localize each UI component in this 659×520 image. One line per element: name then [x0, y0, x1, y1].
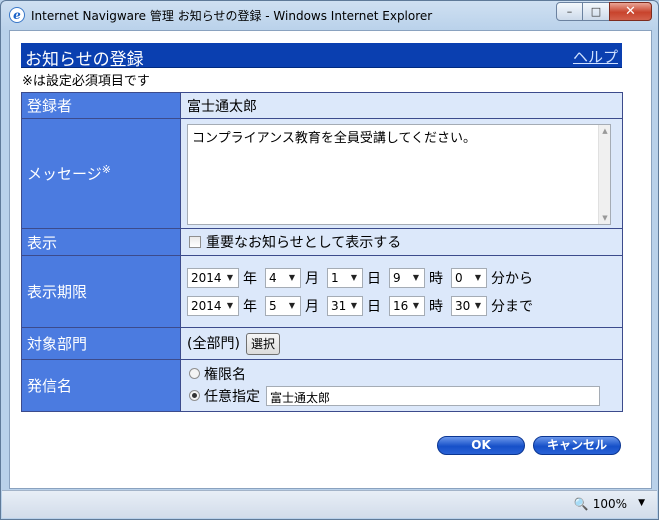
message-textarea[interactable]: コンプライアンス教育を全員受講してください。 ▲ ▼ [187, 123, 611, 225]
sender-label: 発信名 [21, 359, 181, 412]
end-date-row: 2014 ▼ 年 5 ▼ 月 31 ▼ 日 16 ▼ 時 30 ▼ 分まで [187, 292, 622, 320]
important-checkbox[interactable] [189, 236, 201, 248]
sender-cell: 権限名 任意指定 富士通太郎 [180, 359, 623, 412]
department-value: (全部門) [187, 335, 240, 352]
registrant-value: 富士通太郎 [180, 92, 623, 119]
help-link[interactable]: ヘルプ [573, 46, 618, 67]
sender-authority-label[interactable]: 権限名 [204, 364, 246, 384]
sender-custom-row: 任意指定 富士通太郎 [187, 384, 622, 408]
scroll-up-icon[interactable]: ▲ [599, 125, 611, 137]
period-cell: 2014 ▼ 年 4 ▼ 月 1 ▼ 日 9 ▼ 時 0 ▼ 分から 2014 ▼ 年 [180, 255, 623, 328]
day-unit: 日 [367, 298, 381, 315]
display-label: 表示 [21, 228, 181, 256]
row-sender: 発信名 権限名 任意指定 富士通太郎 [21, 359, 623, 412]
browser-window: e Internet Navigware 管理 お知らせの登録 - Window… [0, 0, 659, 520]
start-month-select[interactable]: 4 ▼ [265, 267, 301, 288]
department-select-button[interactable]: 選択 [245, 332, 280, 355]
day-unit: 日 [367, 270, 381, 287]
zoom-control[interactable]: 🔍 100% [574, 497, 627, 511]
minimize-button[interactable]: – [556, 2, 583, 21]
end-minute-select[interactable]: 30 ▼ [451, 295, 487, 316]
chevron-down-icon: ▼ [474, 272, 482, 282]
start-hour-value: 9 [393, 270, 401, 285]
end-suffix: 分まで [491, 298, 533, 315]
row-department: 対象部門 (全部門) 選択 [21, 327, 623, 360]
department-label: 対象部門 [21, 327, 181, 360]
start-minute-select[interactable]: 0 ▼ [451, 267, 487, 288]
page-content: お知らせの登録 ヘルプ ※は設定必須項目です 登録者 富士通太郎 メッセージ※ … [9, 30, 652, 489]
start-year-value: 2014 [191, 270, 222, 285]
end-hour-select[interactable]: 16 ▼ [389, 295, 425, 316]
row-registrant: 登録者 富士通太郎 [21, 92, 623, 119]
sender-authority-radio[interactable] [189, 368, 200, 379]
chevron-down-icon: ▼ [350, 272, 358, 282]
page-title: お知らせの登録 [25, 50, 144, 70]
start-minute-value: 0 [455, 270, 463, 285]
start-month-value: 4 [269, 270, 277, 285]
sender-custom-input[interactable]: 富士通太郎 [266, 385, 600, 406]
end-month-select[interactable]: 5 ▼ [265, 295, 301, 316]
status-bar: 🔍 100% ▼ [2, 490, 657, 518]
required-mark: ※ [101, 163, 111, 176]
chevron-down-icon[interactable]: ▼ [638, 498, 645, 508]
cancel-button[interactable]: キャンセル [533, 436, 621, 455]
message-text: コンプライアンス教育を全員受講してください。 [192, 130, 477, 146]
window-title: Internet Navigware 管理 お知らせの登録 - Windows … [31, 9, 433, 23]
required-note: ※は設定必須項目です [22, 74, 150, 89]
maximize-button[interactable]: □ [582, 2, 610, 21]
internet-explorer-icon: e [9, 7, 25, 23]
end-year-select[interactable]: 2014 ▼ [187, 295, 239, 316]
hour-unit: 時 [429, 298, 443, 315]
end-hour-value: 16 [393, 298, 409, 313]
start-year-select[interactable]: 2014 ▼ [187, 267, 239, 288]
end-day-select[interactable]: 31 ▼ [327, 295, 363, 316]
row-message: メッセージ※ コンプライアンス教育を全員受講してください。 ▲ ▼ [21, 118, 623, 229]
month-unit: 月 [305, 298, 319, 315]
period-label: 表示期限 [21, 255, 181, 328]
chevron-down-icon: ▼ [226, 300, 234, 310]
message-label: メッセージ [27, 165, 102, 183]
chevron-down-icon: ▼ [412, 272, 420, 282]
start-hour-select[interactable]: 9 ▼ [389, 267, 425, 288]
chevron-down-icon: ▼ [288, 272, 296, 282]
scroll-down-icon[interactable]: ▼ [599, 212, 611, 224]
important-checkbox-label[interactable]: 重要なお知らせとして表示する [206, 235, 401, 251]
message-label-cell: メッセージ※ [21, 118, 181, 229]
registrant-label: 登録者 [21, 92, 181, 119]
end-day-value: 31 [331, 298, 347, 313]
chevron-down-icon: ▼ [226, 272, 234, 282]
year-unit: 年 [243, 270, 257, 287]
end-minute-value: 30 [455, 298, 471, 313]
row-period: 表示期限 2014▼ 年 4▼ 月 1▼ 日 9▼ 時 0▼ 分から [21, 255, 623, 328]
start-suffix: 分から [491, 270, 533, 287]
ok-button[interactable]: OK [437, 436, 525, 455]
message-scrollbar[interactable]: ▲ ▼ [598, 124, 611, 224]
month-unit: 月 [305, 270, 319, 287]
chevron-down-icon: ▼ [412, 300, 420, 310]
chevron-down-icon: ▼ [474, 300, 482, 310]
page-header: お知らせの登録 ヘルプ [21, 43, 622, 70]
start-day-value: 1 [331, 270, 339, 285]
sender-custom-radio[interactable] [189, 390, 200, 401]
close-button[interactable]: ✕ [609, 2, 652, 21]
start-date-row: 2014 ▼ 年 4 ▼ 月 1 ▼ 日 9 ▼ 時 0 ▼ 分から [187, 264, 622, 292]
sender-custom-label[interactable]: 任意指定 [204, 386, 260, 406]
title-bar[interactable]: e Internet Navigware 管理 お知らせの登録 - Window… [1, 1, 658, 29]
hour-unit: 時 [429, 270, 443, 287]
start-day-select[interactable]: 1 ▼ [327, 267, 363, 288]
announcement-form: 登録者 富士通太郎 メッセージ※ コンプライアンス教育を全員受講してください。 … [21, 92, 623, 412]
year-unit: 年 [243, 298, 257, 315]
row-display: 表示 重要なお知らせとして表示する [21, 228, 623, 256]
display-cell: 重要なお知らせとして表示する [180, 228, 623, 256]
message-cell: コンプライアンス教育を全員受講してください。 ▲ ▼ [180, 118, 623, 229]
zoom-level: 100% [592, 497, 627, 511]
sender-authority-row: 権限名 [187, 364, 622, 384]
chevron-down-icon: ▼ [288, 300, 296, 310]
department-cell: (全部門) 選択 [180, 327, 623, 360]
end-year-value: 2014 [191, 298, 222, 313]
end-month-value: 5 [269, 298, 277, 313]
window-controls: – □ ✕ [556, 2, 652, 21]
chevron-down-icon: ▼ [350, 300, 358, 310]
